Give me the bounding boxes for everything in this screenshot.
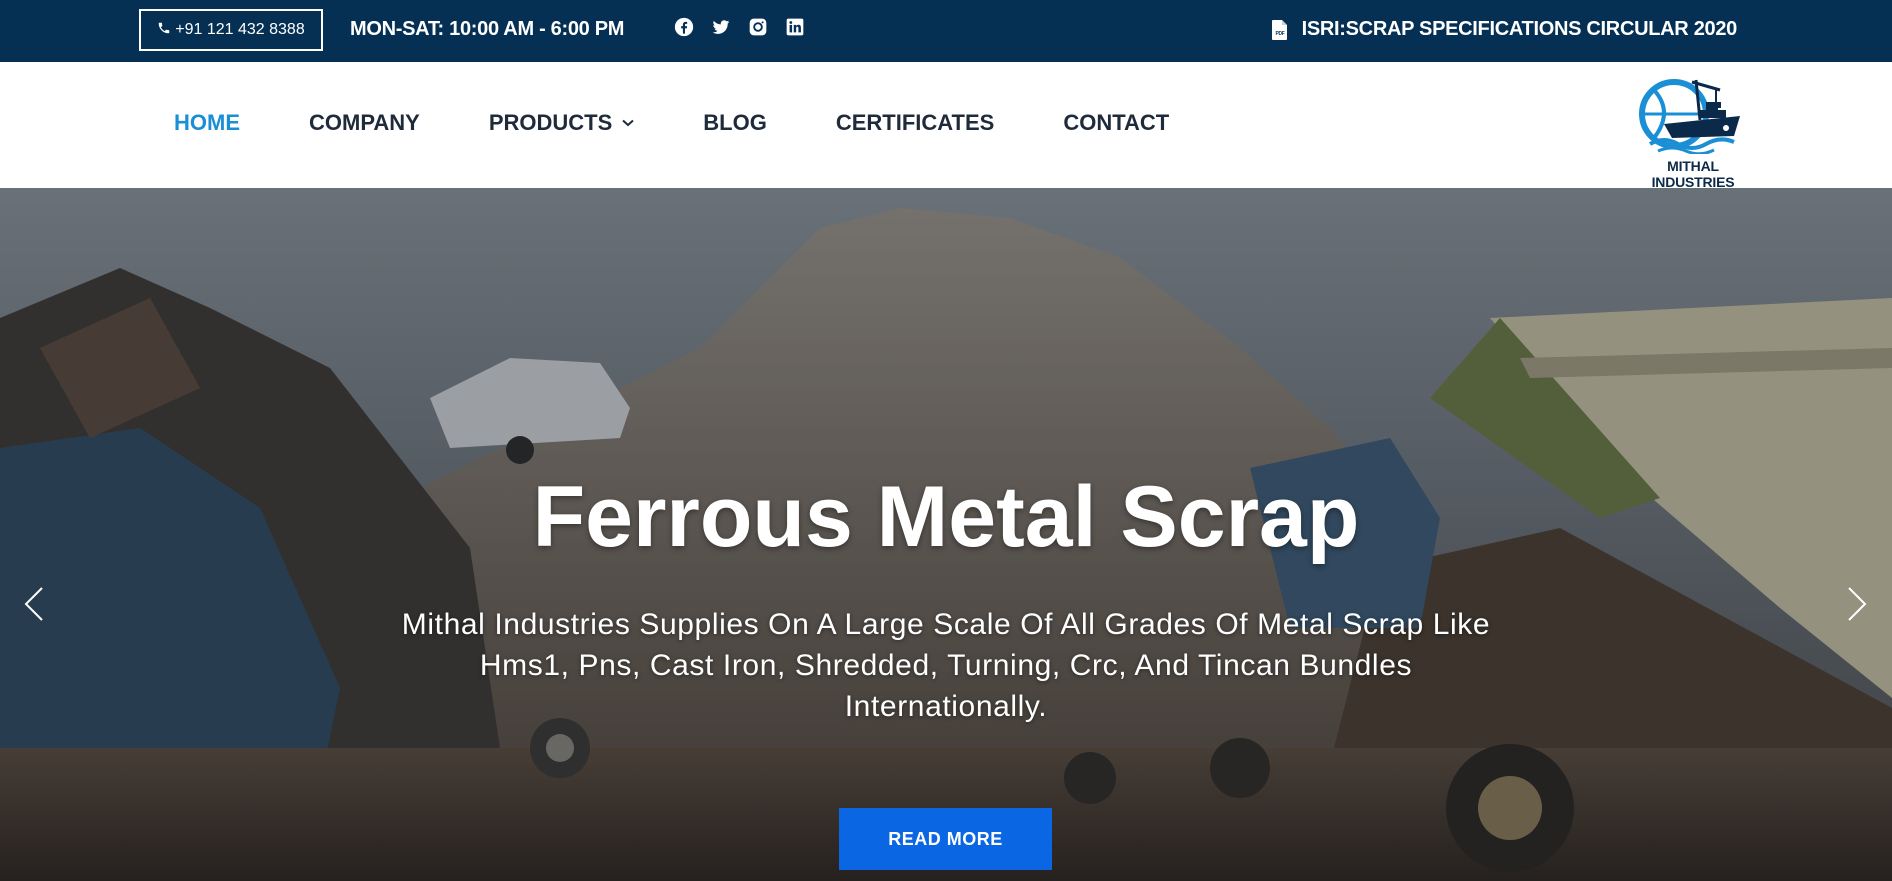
phone-number: +91 121 432 8388 bbox=[175, 21, 305, 38]
svg-text:PDF: PDF bbox=[1275, 31, 1284, 37]
phone-icon bbox=[157, 21, 171, 40]
ship-globe-icon bbox=[1639, 79, 1740, 154]
chevron-right-icon bbox=[1848, 587, 1867, 621]
nav-products-label: PRODUCTS bbox=[488, 110, 613, 135]
slider-prev-button[interactable] bbox=[22, 584, 46, 624]
nav-certificates-label: CERTIFICATES bbox=[835, 110, 995, 135]
nav-company[interactable]: COMPANY bbox=[309, 110, 420, 136]
chevron-left-icon bbox=[24, 587, 43, 621]
nav-certificates[interactable]: CERTIFICATES bbox=[836, 110, 994, 136]
business-hours: MON-SAT: 10:00 AM - 6:00 PM bbox=[350, 18, 625, 40]
nav-home-label: HOME bbox=[174, 110, 240, 135]
scrap-circular-link[interactable]: PDF ISRI:SCRAP SPECIFICATIONS CIRCULAR 2… bbox=[1271, 18, 1738, 41]
hero-slider: Ferrous Metal Scrap Mithal Industries Su… bbox=[0, 188, 1892, 881]
company-logo[interactable]: MITHAL INDUSTRIES bbox=[1628, 72, 1758, 190]
logo-text: MITHAL INDUSTRIES bbox=[1651, 158, 1735, 190]
chevron-down-icon bbox=[622, 119, 634, 127]
nav-home[interactable]: HOME bbox=[174, 110, 240, 136]
main-nav: HOME COMPANY PRODUCTS BLOG CERTIFICATES … bbox=[174, 110, 1238, 136]
circular-label: ISRI:SCRAP SPECIFICATIONS CIRCULAR 2020 bbox=[1301, 18, 1738, 40]
nav-company-label: COMPANY bbox=[309, 110, 420, 135]
slider-next-button[interactable] bbox=[1845, 584, 1869, 624]
nav-contact[interactable]: CONTACT bbox=[1063, 110, 1169, 136]
social-links bbox=[674, 17, 805, 37]
nav-blog-label: BLOG bbox=[703, 110, 767, 135]
hero-title: Ferrous Metal Scrap bbox=[532, 469, 1360, 565]
facebook-icon[interactable] bbox=[674, 17, 694, 37]
nav-products[interactable]: PRODUCTS bbox=[489, 110, 634, 136]
twitter-icon[interactable] bbox=[711, 17, 731, 37]
nav-contact-label: CONTACT bbox=[1063, 110, 1170, 135]
instagram-icon[interactable] bbox=[748, 17, 768, 37]
linkedin-icon[interactable] bbox=[785, 17, 805, 37]
read-more-button[interactable]: READ MORE bbox=[839, 808, 1052, 870]
top-bar: +91 121 432 8388 MON-SAT: 10:00 AM - 6:0… bbox=[0, 0, 1892, 62]
hero-subtitle: Mithal Industries Supplies On A Large Sc… bbox=[401, 608, 1491, 723]
nav-blog[interactable]: BLOG bbox=[703, 110, 767, 136]
phone-button[interactable]: +91 121 432 8388 bbox=[139, 9, 323, 51]
main-navbar: HOME COMPANY PRODUCTS BLOG CERTIFICATES … bbox=[0, 62, 1892, 190]
pdf-icon: PDF bbox=[1271, 19, 1288, 40]
